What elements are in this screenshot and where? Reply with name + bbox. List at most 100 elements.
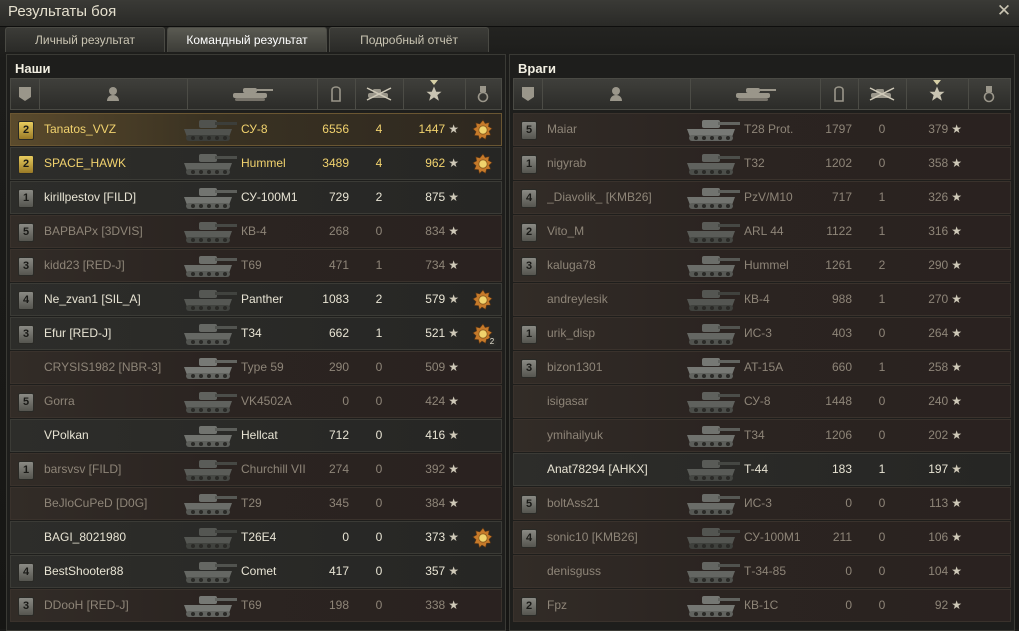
close-icon[interactable]: ✕ [995,2,1013,20]
tank-icon[interactable] [187,79,318,109]
player-row[interactable]: 4 _Diavolik_ [KMB26] PzV/M10 717 1 326 ★ [513,181,1011,214]
tank-image [181,252,239,284]
experience-value: 290 [928,258,949,272]
medal-icon[interactable] [472,289,494,311]
player-row[interactable]: andreylesik КВ-4 988 1 270 ★ [513,283,1011,316]
damage-value: 0 [845,598,852,612]
medal-icon[interactable] [968,79,1010,109]
star-icon: ★ [448,190,459,204]
squad-icon[interactable] [514,79,543,109]
kills-value: 0 [878,428,886,442]
player-row[interactable]: 2 Vito_M ARL 44 1122 1 316 ★ [513,215,1011,248]
tank-image [684,150,742,182]
player-row[interactable]: 3 kidd23 [RED-J] T69 471 1 734 ★ [10,249,502,282]
player-row[interactable]: BeJloCuPeD [D0G] T29 345 0 384 ★ [10,487,502,520]
player-row[interactable]: 3 bizon1301 AT-15A 660 1 258 ★ [513,351,1011,384]
tab-detailed-report[interactable]: Подробный отчёт [329,27,489,52]
player-row[interactable]: 4 BestShooter88 Comet 417 0 357 ★ [10,555,502,588]
tank-name: Panther [241,292,284,306]
medal-icon[interactable] [472,527,494,549]
experience-value: 202 [928,428,949,442]
player-name: Tanatos_VVZ [44,122,117,136]
tab-team-result[interactable]: Командный результат [167,27,327,52]
player-name: kaluga78 [547,258,596,272]
tab-personal-result[interactable]: Личный результат [5,27,165,52]
squad-badge: 2 [18,121,34,140]
star-icon: ★ [448,394,459,408]
player-row[interactable]: ymihailyuk T34 1206 0 202 ★ [513,419,1011,452]
player-row[interactable]: 4 Ne_zvan1 [SIL_A] Panther 1083 2 579 ★ [10,283,502,316]
experience-cell: 92 ★ [906,590,962,621]
player-row[interactable]: 1 barsvsv [FILD] Churchill VII 274 0 392 ★ [10,453,502,486]
kills-value: 0 [375,598,383,612]
player-row[interactable]: 2 SPACE_HAWK Hummel 3489 4 962 ★ [10,147,502,180]
kills-value: 1 [878,292,886,306]
player-row[interactable]: VPolkan Hellcat 712 0 416 ★ [10,419,502,452]
star-icon: ★ [951,258,962,272]
experience-star-icon[interactable] [403,79,466,109]
squad-badge: 5 [521,495,537,514]
player-row[interactable]: 3 DDooH [RED-J] T69 198 0 338 ★ [10,589,502,622]
kills-value: 1 [878,360,886,374]
player-row[interactable]: BAGI_8021980 T26E4 0 0 373 ★ [10,521,502,554]
kills-value: 0 [375,564,383,578]
damage-value: 6556 [322,122,349,136]
player-name: BeJloCuPeD [D0G] [44,496,148,510]
player-name: Anat78294 [AHKX] [547,462,648,476]
tank-image [684,116,742,148]
player-row[interactable]: denisguss Т-34-85 0 0 104 ★ [513,555,1011,588]
player-row[interactable]: CRYSIS1982 [NBR-3] Type 59 290 0 509 ★ [10,351,502,384]
kills-icon[interactable] [355,79,404,109]
kills-value: 4 [375,156,383,170]
player-row[interactable]: 5 BAPBAPx [3DVIS] КВ-4 268 0 834 ★ [10,215,502,248]
tank-icon[interactable] [690,79,821,109]
star-icon: ★ [951,360,962,374]
squad-icon[interactable] [11,79,40,109]
star-icon: ★ [448,564,459,578]
squad-badge: 1 [18,461,34,480]
window-title: Результаты боя [8,3,117,20]
damage-icon[interactable] [317,79,356,109]
tank-name: T29 [241,496,262,510]
medal-icon[interactable] [465,79,501,109]
player-row[interactable]: Anat78294 [AHKX] T-44 183 1 197 ★ [513,453,1011,486]
player-row[interactable]: 4 sonic10 [KMB26] СУ-100М1 211 0 106 ★ [513,521,1011,554]
tank-name: СУ-8 [241,122,268,136]
damage-value: 1083 [322,292,349,306]
experience-value: 338 [425,598,446,612]
player-row[interactable]: 2 Fpz КВ-1С 0 0 92 ★ [513,589,1011,622]
experience-star-icon[interactable] [906,79,969,109]
experience-cell: 416 ★ [403,420,459,451]
damage-icon[interactable] [820,79,859,109]
medal-icon[interactable] [472,153,494,175]
tank-name: СУ-100М1 [241,190,298,204]
tank-name: T34 [744,428,765,442]
damage-value: 403 [831,326,852,340]
tank-name: Comet [241,564,277,578]
player-row[interactable]: 1 nigyrab T32 1202 0 358 ★ [513,147,1011,180]
tank-name: T34 [241,326,262,340]
tank-image [181,592,239,624]
tank-image [684,184,742,216]
experience-cell: 357 ★ [403,556,459,587]
experience-value: 316 [928,224,949,238]
player-row[interactable]: 5 boltAss21 ИС-3 0 0 113 ★ [513,487,1011,520]
player-row[interactable]: 5 Gorra VK4502A 0 0 424 ★ [10,385,502,418]
player-row[interactable]: 3 Efur [RED-J] T34 662 1 521 ★ 2 [10,317,502,350]
kills-icon[interactable] [858,79,907,109]
damage-value: 290 [328,360,349,374]
player-row[interactable]: 1 kirillpestov [FILD] СУ-100М1 729 2 875 ★ [10,181,502,214]
player-icon[interactable] [542,79,691,109]
medal-icon[interactable] [472,119,494,141]
player-icon[interactable] [39,79,188,109]
player-row[interactable]: 1 urik_disp ИС-3 403 0 264 ★ [513,317,1011,350]
experience-value: 834 [425,224,446,238]
kills-value: 0 [878,122,886,136]
tank-name: Hummel [744,258,789,272]
experience-value: 579 [425,292,446,306]
player-row[interactable]: 3 kaluga78 Hummel 1261 2 290 ★ [513,249,1011,282]
tank-image [684,592,742,624]
player-row[interactable]: 2 Tanatos_VVZ СУ-8 6556 4 1447 ★ [10,113,502,146]
player-row[interactable]: 5 Maiar T28 Prot. 1797 0 379 ★ [513,113,1011,146]
player-row[interactable]: isigasar СУ-8 1448 0 240 ★ [513,385,1011,418]
